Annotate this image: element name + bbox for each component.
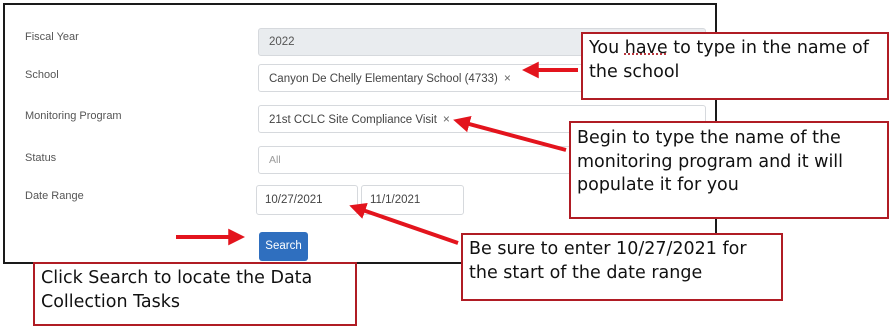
callout-date-range: Be sure to enter 10/27/2021 for the star… xyxy=(461,233,783,301)
callout-school: You have to type in the name of the scho… xyxy=(581,32,889,100)
date-range-end-value: 11/1/2021 xyxy=(370,194,421,206)
date-range-end-input[interactable]: 11/1/2021 xyxy=(361,185,464,215)
annotated-screenshot: Fiscal Year 2022 School Canyon De Chelly… xyxy=(0,0,892,327)
remove-school-icon[interactable]: × xyxy=(504,71,511,85)
date-range-start-input[interactable]: 10/27/2021 xyxy=(256,185,358,215)
search-button[interactable]: Search xyxy=(259,232,308,261)
date-range-start-value: 10/27/2021 xyxy=(265,194,323,206)
callout-monitoring-program: Begin to type the name of the monitoring… xyxy=(569,121,889,219)
date-range-label: Date Range xyxy=(25,190,84,202)
school-label: School xyxy=(25,69,59,81)
fiscal-year-label: Fiscal Year xyxy=(25,31,79,43)
monitoring-program-selected-tag: 21st CCLC Site Compliance Visit xyxy=(269,114,437,126)
monitoring-program-label: Monitoring Program xyxy=(25,110,122,122)
status-label: Status xyxy=(25,152,57,164)
callout-search: Click Search to locate the Data Collecti… xyxy=(33,262,357,326)
callout-school-text-start: You xyxy=(589,38,625,58)
remove-monitoring-program-icon[interactable]: × xyxy=(443,112,450,126)
school-selected-tag: Canyon De Chelly Elementary School (4733… xyxy=(269,73,498,85)
status-placeholder: All xyxy=(269,154,281,166)
fiscal-year-value: 2022 xyxy=(269,36,295,48)
callout-school-text-underlined: have xyxy=(624,38,668,58)
